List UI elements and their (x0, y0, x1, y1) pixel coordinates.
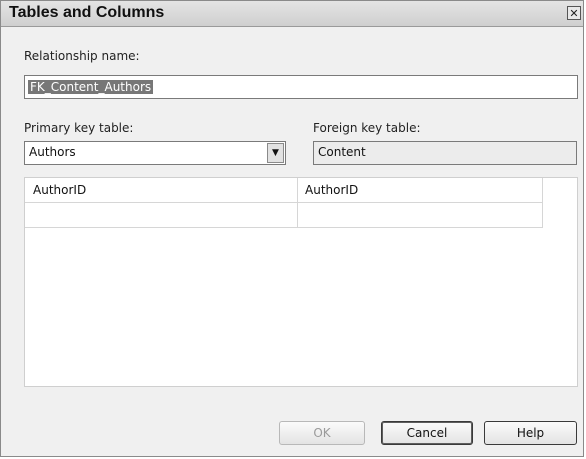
primary-key-table-value: Authors (29, 145, 76, 159)
foreign-key-table-field: Content (313, 141, 577, 165)
primary-key-table-combo[interactable]: Authors ▼ (24, 141, 286, 165)
dialog-title: Tables and Columns (9, 4, 165, 21)
primary-column-cell[interactable] (25, 203, 298, 228)
foreign-key-table-label: Foreign key table: (313, 121, 421, 135)
cancel-button[interactable]: Cancel (381, 421, 473, 445)
chevron-down-icon[interactable]: ▼ (267, 143, 284, 163)
primary-key-table-label: Primary key table: (24, 121, 134, 135)
relationship-name-input[interactable]: FK_Content_Authors (24, 75, 578, 99)
ok-button[interactable]: OK (279, 421, 365, 445)
title-bar[interactable]: Tables and Columns ✕ (1, 1, 583, 27)
primary-column-header[interactable]: AuthorID (25, 178, 298, 203)
columns-grid: AuthorID AuthorID (24, 177, 578, 387)
foreign-key-table-value: Content (318, 145, 366, 159)
help-button[interactable]: Help (484, 421, 577, 445)
tables-and-columns-dialog: Tables and Columns ✕ Relationship name: … (0, 0, 584, 457)
relationship-name-label: Relationship name: (24, 49, 140, 63)
foreign-column-cell[interactable] (298, 203, 543, 228)
relationship-name-value: FK_Content_Authors (28, 80, 154, 94)
close-icon[interactable]: ✕ (567, 6, 581, 20)
foreign-column-header[interactable]: AuthorID (298, 178, 543, 203)
